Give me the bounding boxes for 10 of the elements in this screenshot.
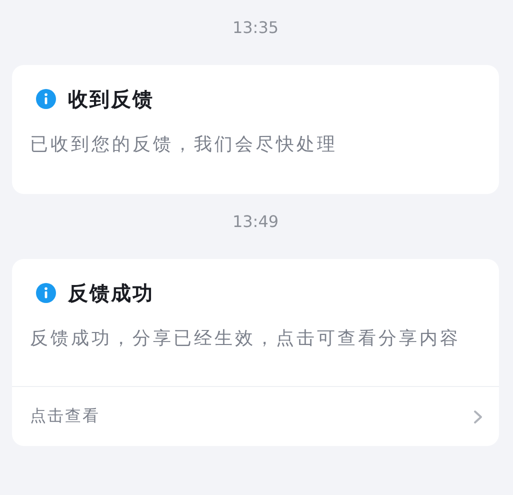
card-message: 已收到您的反馈，我们会尽快处理 (29, 133, 338, 157)
card-message: 反馈成功，分享已经生效，点击可查看分享内容 (29, 327, 462, 351)
timestamp: 13:49 (232, 212, 279, 232)
chevron-right-icon (473, 410, 483, 424)
view-link[interactable]: 点击查看 (30, 406, 100, 427)
info-icon (36, 283, 56, 303)
timestamp: 13:35 (232, 18, 279, 38)
card-title: 反馈成功 (68, 280, 154, 306)
info-icon (36, 89, 56, 109)
card-title: 收到反馈 (68, 86, 154, 112)
